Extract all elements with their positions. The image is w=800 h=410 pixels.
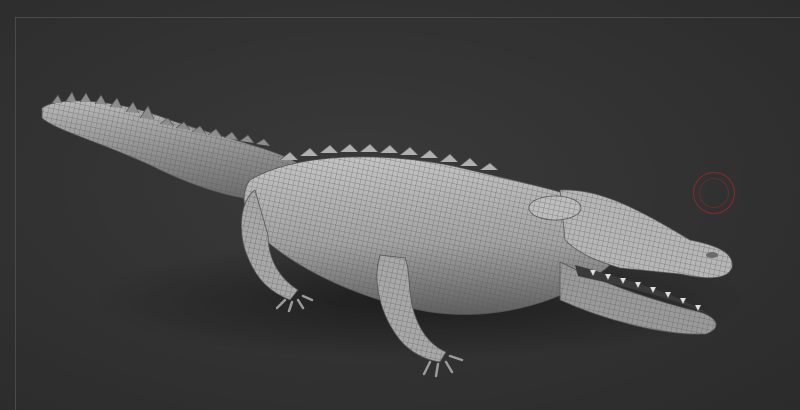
crocodile-model[interactable]	[0, 0, 800, 410]
3d-viewport[interactable]	[0, 0, 800, 410]
brush-circle-icon[interactable]	[693, 172, 735, 214]
nostril	[706, 252, 718, 258]
brush-falloff-ring	[699, 178, 729, 208]
